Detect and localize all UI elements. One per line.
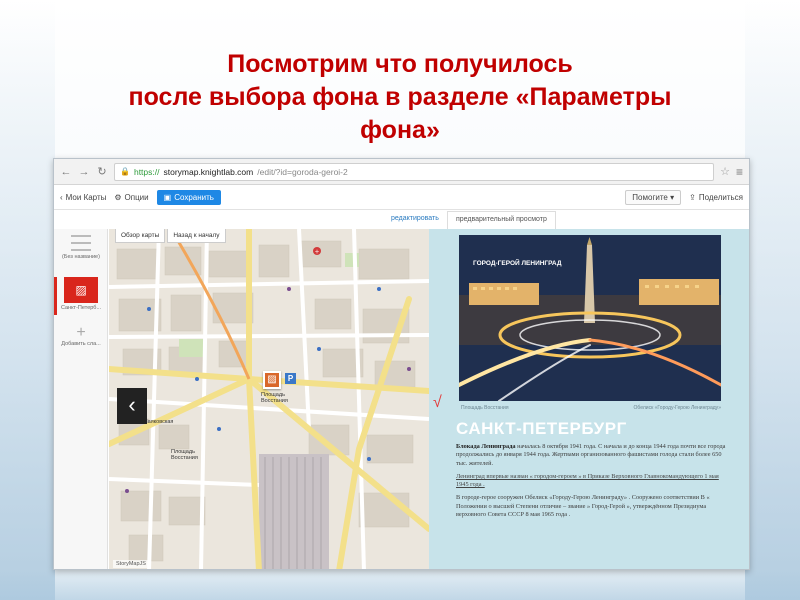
options-label: Опции [124,193,149,202]
chevron-left-icon: ‹ [60,193,63,202]
forward-arrow-icon[interactable]: → [78,166,90,178]
map-label-square: Площадь Восстания [261,392,288,404]
help-label: Помогите [632,193,668,202]
browser-toolbar: ← → ↻ 🔒 https://storymap.knightlab.com/e… [54,159,749,185]
back-to-start-tab[interactable]: Назад к началу [167,229,226,243]
save-icon: ▣ [163,193,172,202]
back-arrow-icon[interactable]: ← [60,166,72,178]
slide-list-item-label: Санкт-Петерб... [60,305,102,311]
reload-icon[interactable]: ↻ [96,166,108,178]
share-icon: ⇪ [689,193,696,202]
menu-icon[interactable]: ≡ [736,165,743,179]
map-overview-tab[interactable]: Обзор карты [115,229,166,243]
story-paragraph-1: Блокада Ленинграда началась 8 октября 19… [456,443,726,468]
map-tabs: Обзор карты Назад к началу [115,229,226,243]
slide-list-item[interactable]: (Без название) [58,235,104,260]
add-slide-button[interactable]: + Добавить сла... [58,324,104,348]
slide-title-line-1: Посмотрим что получилось [227,50,573,78]
slide-title: Посмотрим что получилось после выбора фо… [40,48,760,147]
story-title: САНКТ-ПЕТЕРБУРГ [456,419,627,438]
slide-title-line-2: после выбора фона в разделе «Параметры [128,83,672,111]
map-credit: StoryMapJS [113,560,149,568]
slide-list: (Без название) ▨ Санкт-Петерб... + Добав… [54,229,108,569]
map-view[interactable]: + Обзор карты Назад к началу ▨ P Площадь… [109,229,429,569]
map-label-metro-square: Площадь Восстания [171,449,198,461]
photo-caption-right: Обелиск «Городу-Герою Ленинграду» [633,405,721,411]
story-panel: ГОРОД-ГЕРОЙ ЛЕНИНГРАД √ Площадь Восстани… [429,229,749,569]
star-icon[interactable]: ☆ [720,165,730,178]
photo-caption-left: Площадь Восстания [461,405,509,411]
tab-edit[interactable]: редактировать [391,215,439,222]
gear-icon: ⚙ [114,193,122,202]
my-maps-button[interactable]: ‹ Мои Карты [60,193,106,202]
slide-title-line-3: фона» [360,116,440,144]
image-icon: ▨ [64,277,98,303]
slide-list-item-active[interactable]: ▨ Санкт-Петерб... [58,277,104,311]
save-label: Сохранить [174,193,214,202]
active-slide-indicator [54,277,57,315]
slide-location-marker[interactable]: ▨ [263,371,281,389]
story-paragraph-2[interactable]: Ленинград впервые назван « городом-герое… [456,473,726,490]
storymap-screenshot: ← → ↻ 🔒 https://storymap.knightlab.com/e… [53,158,750,570]
url-path: /edit/?id=goroda-geroi-2 [257,166,348,177]
text-lines-icon [71,235,91,251]
previous-slide-button[interactable]: ‹ [117,388,147,424]
share-button[interactable]: ⇪ Поделиться [689,193,743,202]
help-dropdown[interactable]: Помогите ▾ [625,190,682,205]
photo-overlay-text: ГОРОД-ГЕРОЙ ЛЕНИНГРАД [473,258,562,267]
story-bold-term: Блокада Ленинграда [456,443,516,450]
app-toolbar: ‹ Мои Карты ⚙ Опции ▣ Сохранить Помогите… [54,186,749,210]
plus-icon: + [76,324,86,341]
svg-text:+: + [315,249,320,256]
url-scheme: https:// [133,166,160,177]
share-label: Поделиться [698,193,743,202]
tab-preview[interactable]: предварительный просмотр [447,211,556,229]
map-label-metro: Маяковская [143,419,174,425]
check-icon: √ [433,394,442,411]
url-host: storymap.knightlab.com [163,166,254,177]
my-maps-label: Мои Карты [65,193,107,202]
lock-icon: 🔒 [120,167,130,176]
night-square-image: ГОРОД-ГЕРОЙ ЛЕНИНГРАД [459,235,721,401]
options-button[interactable]: ⚙ Опции [114,193,148,202]
story-paragraph-3: В городе-герое сооружен Обелиск «Городу-… [456,494,710,519]
add-slide-label: Добавить сла... [61,341,101,347]
save-button[interactable]: ▣ Сохранить [156,190,221,205]
chevron-down-icon: ▾ [670,193,675,202]
slide-decoration-bottom [0,570,800,600]
parking-icon: P [285,373,296,384]
view-tabs: редактировать предварительный просмотр [54,211,749,229]
story-photo: ГОРОД-ГЕРОЙ ЛЕНИНГРАД [459,235,721,401]
story-text: Блокада Ленинграда началась 8 октября 19… [456,443,726,524]
address-bar[interactable]: 🔒 https://storymap.knightlab.com/edit/?i… [114,162,715,181]
slide-list-item-label: (Без название) [62,254,100,260]
